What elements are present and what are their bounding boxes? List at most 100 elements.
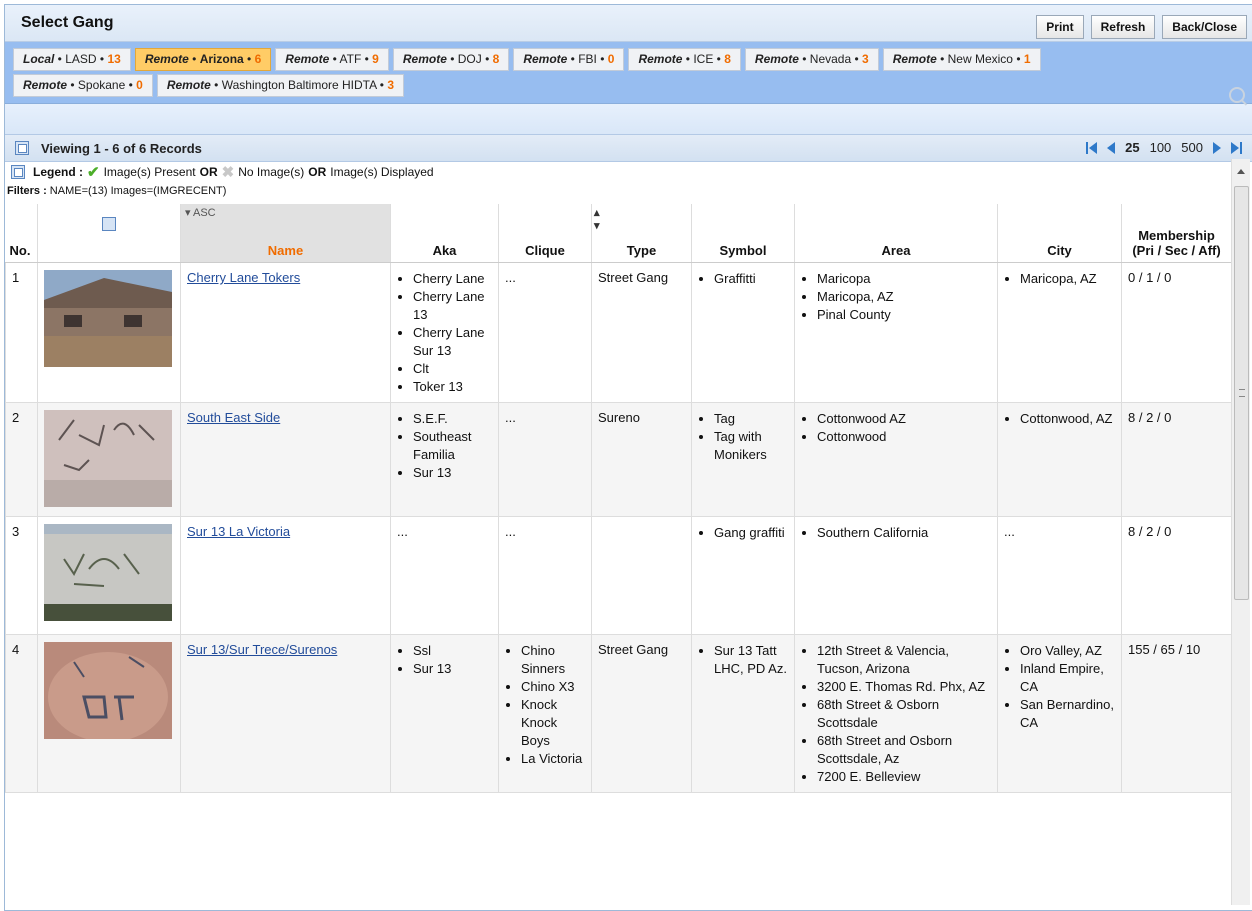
city-cell: ... <box>997 516 1122 635</box>
col-header-area[interactable]: Area <box>794 204 998 263</box>
area-item: Southern California <box>817 524 991 542</box>
filters-value: NAME=(13) Images=(IMGRECENT) <box>49 185 227 197</box>
page-size-100[interactable]: 100 <box>1150 140 1172 155</box>
clique-item: Chino X3 <box>521 678 585 696</box>
records-count: Viewing 1 - 6 of 6 Records <box>41 141 202 156</box>
area-cell: 12th Street & Valencia, Tucson, Arizona … <box>794 634 998 793</box>
first-page-icon[interactable] <box>1086 141 1098 154</box>
symbol-cell: Graffitti <box>691 262 795 403</box>
gang-name-link[interactable]: Sur 13 La Victoria <box>187 524 290 539</box>
page-size-500[interactable]: 500 <box>1181 140 1203 155</box>
back-close-button[interactable]: Back/Close <box>1162 15 1247 39</box>
records-bar: Viewing 1 - 6 of 6 Records 25 100 500 <box>5 135 1252 162</box>
aka-item: S.E.F. <box>413 410 492 428</box>
aka-item: Ssl <box>413 642 492 660</box>
tab-remote-new-mexico[interactable]: Remote • New Mexico • 1 <box>882 48 1041 71</box>
filter-bar <box>5 104 1252 135</box>
tab-remote-doj[interactable]: Remote • DOJ • 8 <box>392 48 510 71</box>
tab-remote-washington-baltimore-hidta[interactable]: Remote • Washington Baltimore HIDTA • 3 <box>156 74 405 97</box>
aka-item: Sur 13 <box>413 464 492 482</box>
legend-label: Legend : <box>33 165 83 179</box>
gang-thumbnail[interactable] <box>37 402 181 517</box>
checkmark-icon: ✔ <box>87 164 100 181</box>
house-photo-thumbnail[interactable] <box>44 270 172 367</box>
area-item: Cottonwood AZ <box>817 410 991 428</box>
tab-remote-ice[interactable]: Remote • ICE • 8 <box>628 48 741 71</box>
membership-cell: 0 / 1 / 0 <box>1121 262 1232 403</box>
city-item: Cottonwood, AZ <box>1020 410 1115 428</box>
tab-remote-arizona[interactable]: Remote • Arizona • 6 <box>134 48 272 71</box>
col-header-image <box>37 204 181 263</box>
col-header-type[interactable]: ▴ ▾ Type <box>591 204 692 263</box>
legend-none: No Image(s) <box>238 165 305 179</box>
area-item: 68th Street and Osborn Scottsdale, Az <box>817 732 991 768</box>
title-bar: Select Gang Print Refresh Back/Close <box>5 5 1252 42</box>
city-cell: Oro Valley, AZ Inland Empire, CA San Ber… <box>997 634 1122 793</box>
graffiti-wall-thumbnail[interactable] <box>44 410 172 507</box>
print-button[interactable]: Print <box>1036 15 1084 39</box>
gang-name-cell: South East Side <box>180 402 391 517</box>
symbol-cell: Tag Tag with Monikers <box>691 402 795 517</box>
page-size-25[interactable]: 25 <box>1125 140 1139 155</box>
gang-thumbnail[interactable] <box>37 262 181 403</box>
symbol-cell: Sur 13 Tatt LHC, PD Az. <box>691 634 795 793</box>
area-item: Maricopa <box>817 270 991 288</box>
clique-item: Chino Sinners <box>521 642 585 678</box>
gang-thumbnail[interactable] <box>37 634 181 793</box>
last-page-icon[interactable] <box>1231 141 1242 154</box>
results-content: Legend : ✔ Image(s) Present OR ✖ No Imag… <box>5 159 1235 905</box>
vertical-scrollbar[interactable] <box>1231 159 1250 905</box>
sort-asc-indicator: ▾ ASC <box>185 207 216 219</box>
col-header-symbol[interactable]: Symbol <box>691 204 795 263</box>
tab-remote-nevada[interactable]: Remote • Nevada • 3 <box>744 48 879 71</box>
tab-remote-atf[interactable]: Remote • ATF • 9 <box>275 48 389 71</box>
col-header-membership[interactable]: Membership (Pri / Sec / Aff) <box>1121 204 1232 263</box>
col-header-clique[interactable]: Clique <box>498 204 592 263</box>
col-header-aka[interactable]: Aka <box>390 204 499 263</box>
area-item: 68th Street & Osborn Scottsdale <box>817 696 991 732</box>
aka-item: Cherry Lane <box>413 270 492 288</box>
symbol-item: Gang graffiti <box>714 524 788 542</box>
tab-remote-spokane[interactable]: Remote • Spokane • 0 <box>13 74 153 97</box>
aka-item: Cherry Lane 13 <box>413 288 492 324</box>
area-item: Pinal County <box>817 306 991 324</box>
membership-cell: 8 / 2 / 0 <box>1121 402 1232 517</box>
symbol-item: Graffitti <box>714 270 788 288</box>
gang-name-cell: Sur 13/Sur Trece/Surenos <box>180 634 391 793</box>
city-item: Inland Empire, CA <box>1020 660 1115 696</box>
gang-name-link[interactable]: South East Side <box>187 410 280 425</box>
col-header-no[interactable]: No. <box>5 204 38 263</box>
col-header-name[interactable]: ▾ ASC Name <box>180 204 391 263</box>
pager: 25 100 500 <box>1085 140 1243 155</box>
gang-name-cell: Cherry Lane Tokers <box>180 262 391 403</box>
type-cell: Sureno <box>591 402 692 517</box>
tab-row-1: Local • LASD • 13 Remote • Arizona • 6 R… <box>13 48 1247 71</box>
aka-item: Cherry Lane Sur 13 <box>413 324 492 360</box>
image-column-icon <box>102 217 116 231</box>
tattoo-photo-thumbnail[interactable] <box>44 642 172 742</box>
prev-page-icon[interactable] <box>1107 141 1116 154</box>
aka-cell: S.E.F. Southeast Familia Sur 13 <box>390 402 499 517</box>
gang-thumbnail[interactable] <box>37 516 181 635</box>
tab-local-lasd[interactable]: Local • LASD • 13 <box>13 48 131 71</box>
symbol-item: Tag <box>714 410 788 428</box>
table-row: 4 Sur 13/Sur Trece/Surenos Ssl Sur 13 Ch… <box>5 634 1232 793</box>
search-icon[interactable] <box>1229 87 1245 103</box>
gang-name-link[interactable]: Sur 13/Sur Trece/Surenos <box>187 642 337 657</box>
records-icon <box>15 141 29 155</box>
next-page-icon[interactable] <box>1213 141 1221 154</box>
scrollbar-thumb[interactable] <box>1234 186 1249 600</box>
col-header-city[interactable]: City <box>997 204 1122 263</box>
refresh-button[interactable]: Refresh <box>1090 15 1156 39</box>
page-title: Select Gang <box>21 14 114 31</box>
gang-name-link[interactable]: Cherry Lane Tokers <box>187 270 300 285</box>
sort-arrows-icon: ▴ ▾ <box>594 207 600 232</box>
table-row: 2 South East Side S.E.F. Southeast Famil… <box>5 402 1232 517</box>
table-header-row: No. ▾ ASC Name Aka Clique ▴ ▾ Type Symbol A… <box>5 204 1232 263</box>
toolbar: Print Refresh Back/Close <box>1036 15 1247 39</box>
tab-remote-fbi[interactable]: Remote • FBI • 0 <box>513 48 625 71</box>
aka-cell: ... <box>390 516 499 635</box>
scroll-up-arrow-icon[interactable] <box>1237 169 1245 174</box>
graffiti-wall-thumbnail[interactable] <box>44 524 172 621</box>
area-item: 12th Street & Valencia, Tucson, Arizona <box>817 642 991 678</box>
